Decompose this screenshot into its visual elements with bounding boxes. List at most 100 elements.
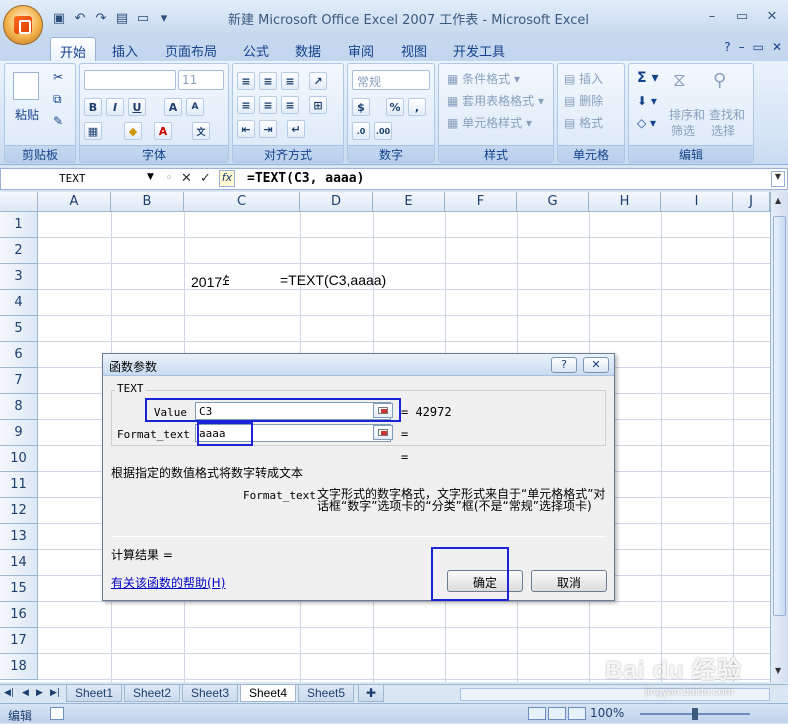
ribbon-restore-icon[interactable]: ▭ <box>753 40 764 54</box>
shrink-font-icon[interactable]: A <box>186 98 204 116</box>
cut-icon[interactable]: ✂ <box>53 70 63 84</box>
fill-color-icon[interactable]: ◆ <box>124 122 142 140</box>
column-header[interactable]: I <box>661 192 733 212</box>
orientation-icon[interactable]: ↗ <box>309 72 327 90</box>
font-size-dropdown[interactable]: 11 <box>178 70 224 90</box>
column-header[interactable]: J <box>733 192 770 212</box>
row-header[interactable]: 5 <box>0 316 38 342</box>
macro-record-icon[interactable] <box>50 707 64 720</box>
delete-cells-button[interactable]: ▤ 删除 <box>564 92 603 109</box>
conditional-format-button[interactable]: ▦ 条件格式 ▾ <box>447 70 520 87</box>
minimize-button[interactable]: – <box>702 7 722 25</box>
row-header[interactable]: 18 <box>0 654 38 680</box>
fill-icon[interactable]: ⬇ ▾ <box>637 94 657 108</box>
tab-page-layout[interactable]: 页面布局 <box>160 37 222 61</box>
ribbon-close-icon[interactable]: ✕ <box>772 40 782 54</box>
vertical-scrollbar[interactable]: ▲ ▼ <box>770 192 788 682</box>
insert-sheet-icon[interactable]: ✚ <box>358 685 384 702</box>
sort-filter-icon[interactable]: ⧖ <box>673 70 699 94</box>
find-select-label-2[interactable]: 选择 <box>711 122 735 139</box>
maximize-button[interactable]: ▭ <box>732 7 752 25</box>
sheet-tab[interactable]: Sheet2 <box>124 685 180 702</box>
dialog-title-bar[interactable]: 函数参数 ? ✕ <box>103 354 614 376</box>
row-header[interactable]: 12 <box>0 498 38 524</box>
collapse-dialog-icon[interactable] <box>373 403 393 418</box>
decrease-decimal-icon[interactable]: .00 <box>374 122 392 140</box>
find-select-icon[interactable]: ⚲ <box>713 70 739 94</box>
tab-developer[interactable]: 开发工具 <box>446 37 512 61</box>
column-header[interactable]: E <box>373 192 445 212</box>
help-icon[interactable]: ? <box>724 40 730 54</box>
row-header[interactable]: 2 <box>0 238 38 264</box>
cell-styles-button[interactable]: ▦ 单元格样式 ▾ <box>447 114 532 131</box>
tab-home[interactable]: 开始 <box>50 37 96 61</box>
zoom-level[interactable]: 100% <box>590 706 624 720</box>
close-button[interactable]: ✕ <box>762 7 782 25</box>
align-center-icon[interactable]: ≡ <box>259 96 277 114</box>
print-preview-icon[interactable]: ▤ <box>113 9 131 27</box>
column-header[interactable]: C <box>184 192 300 212</box>
tab-formulas[interactable]: 公式 <box>236 37 276 61</box>
sheet-tab-active[interactable]: Sheet4 <box>240 685 296 702</box>
expand-formula-bar-icon[interactable]: ▼ <box>771 171 785 187</box>
tab-insert[interactable]: 插入 <box>104 37 146 61</box>
increase-indent-icon[interactable]: ⇥ <box>259 120 277 138</box>
cancel-button[interactable]: 取消 <box>531 570 607 592</box>
wrap-text-icon[interactable]: ↵ <box>287 120 305 138</box>
find-select-label-1[interactable]: 查找和 <box>709 106 745 123</box>
comma-icon[interactable]: , <box>408 98 426 116</box>
cell-c3[interactable]: 2017年 <box>191 272 229 292</box>
name-box-dropdown-icon[interactable]: ▼ <box>147 172 154 182</box>
select-all-corner[interactable] <box>0 192 38 212</box>
format-cells-button[interactable]: ▤ 格式 <box>564 114 603 131</box>
scroll-up-icon[interactable]: ▲ <box>775 196 781 205</box>
row-header[interactable]: 17 <box>0 628 38 654</box>
percent-icon[interactable]: % <box>386 98 404 116</box>
value-input[interactable]: C3 <box>195 402 391 420</box>
autosum-icon[interactable]: Σ ▾ <box>637 70 658 86</box>
row-header[interactable]: 15 <box>0 576 38 602</box>
align-top-icon[interactable]: ≡ <box>237 72 255 90</box>
column-header[interactable]: D <box>300 192 373 212</box>
sort-filter-label-2[interactable]: 筛选 <box>671 122 695 139</box>
redo-icon[interactable]: ↷ <box>92 9 110 27</box>
cancel-formula-icon[interactable]: ✕ <box>181 171 192 186</box>
currency-icon[interactable]: $ <box>352 98 370 116</box>
decrease-indent-icon[interactable]: ⇤ <box>237 120 255 138</box>
borders-icon[interactable]: ▦ <box>84 122 102 140</box>
align-middle-icon[interactable]: ≡ <box>259 72 277 90</box>
normal-view-icon[interactable] <box>528 707 546 720</box>
align-bottom-icon[interactable]: ≡ <box>281 72 299 90</box>
copy-icon[interactable]: ⧉ <box>53 92 62 107</box>
clear-icon[interactable]: ◇ ▾ <box>637 116 656 130</box>
row-header[interactable]: 10 <box>0 446 38 472</box>
row-header[interactable]: 1 <box>0 212 38 238</box>
italic-icon[interactable]: I <box>106 98 124 116</box>
scroll-down-icon[interactable]: ▼ <box>775 666 781 675</box>
font-name-dropdown[interactable] <box>84 70 176 90</box>
office-button[interactable] <box>3 5 43 45</box>
number-format-dropdown[interactable]: 常规 <box>352 70 430 90</box>
sort-filter-label-1[interactable]: 排序和 <box>669 106 705 123</box>
formula-input[interactable]: =TEXT(C3, aaaa) <box>247 171 364 186</box>
page-layout-view-icon[interactable] <box>548 707 566 720</box>
enter-formula-icon[interactable]: ✓ <box>200 171 211 186</box>
align-left-icon[interactable]: ≡ <box>237 96 255 114</box>
row-header[interactable]: 7 <box>0 368 38 394</box>
row-header[interactable]: 6 <box>0 342 38 368</box>
align-right-icon[interactable]: ≡ <box>281 96 299 114</box>
dialog-help-button[interactable]: ? <box>551 357 577 373</box>
customize-qat-icon[interactable]: ▾ <box>155 9 173 27</box>
increase-decimal-icon[interactable]: .0 <box>352 122 370 140</box>
sheet-tab[interactable]: Sheet3 <box>182 685 238 702</box>
dialog-close-button[interactable]: ✕ <box>583 357 609 373</box>
insert-function-icon[interactable]: fx <box>219 170 235 187</box>
tab-data[interactable]: 数据 <box>288 37 328 61</box>
column-header[interactable]: F <box>445 192 517 212</box>
row-header[interactable]: 8 <box>0 394 38 420</box>
merge-center-icon[interactable]: ⊞ <box>309 96 327 114</box>
row-header[interactable]: 13 <box>0 524 38 550</box>
name-box[interactable]: TEXT <box>3 170 158 188</box>
column-header[interactable]: H <box>589 192 661 212</box>
row-header[interactable]: 11 <box>0 472 38 498</box>
